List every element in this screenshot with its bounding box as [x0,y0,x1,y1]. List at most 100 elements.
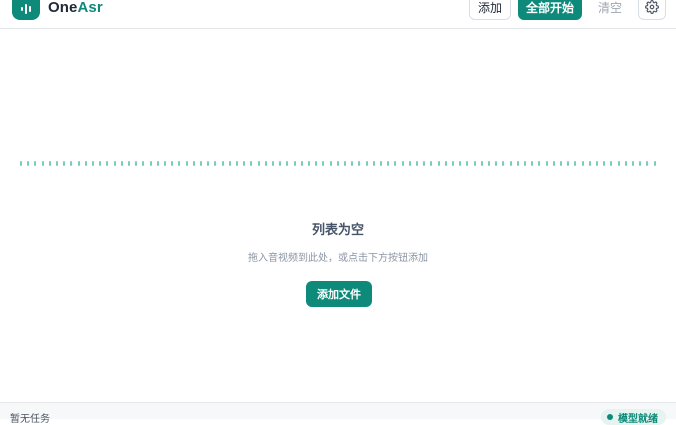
model-status-badge: 模型就绪 [601,409,666,425]
wave-tick [589,161,591,166]
wave-tick [639,161,641,166]
wave-tick [78,161,80,166]
wave-tick [351,161,353,166]
wave-tick [99,161,101,166]
app-title-asr: Asr [77,0,103,16]
empty-state-title: 列表为空 [311,223,364,238]
wave-tick [315,161,317,166]
app-logo [12,0,40,20]
wave-tick [438,161,440,166]
wave-tick [243,161,245,166]
settings-button[interactable] [638,0,666,20]
wave-tick [538,161,540,166]
wave-tick [56,161,58,166]
wave-tick [358,161,360,166]
waveform-dotted-line [0,160,676,168]
wave-tick [322,161,324,166]
start-all-button[interactable]: 全部开始 [518,0,582,20]
wave-tick [294,161,296,166]
wave-tick [603,161,605,166]
add-button[interactable]: 添加 [469,0,511,20]
wave-tick [106,161,108,166]
wave-tick [34,161,36,166]
model-status-text: 模型就绪 [618,413,658,425]
wave-tick [452,161,454,166]
wave-tick [186,161,188,166]
wave-tick [214,161,216,166]
wave-tick [121,161,123,166]
wave-tick [654,161,656,166]
wave-tick [560,161,562,166]
wave-tick [164,161,166,166]
wave-tick [574,161,576,166]
wave-tick [308,161,310,166]
wave-tick [265,161,267,166]
wave-tick [63,161,65,166]
wave-tick [524,161,526,166]
wave-tick [229,161,231,166]
wave-tick [49,161,51,166]
wave-tick [250,161,252,166]
wave-tick [618,161,620,166]
wave-tick [157,161,159,166]
waveform-icon [21,4,31,14]
wave-tick [171,161,173,166]
wave-tick [531,161,533,166]
add-files-button[interactable]: 添加文件 [306,281,372,307]
wave-tick [258,161,260,166]
wave-tick [394,161,396,166]
wave-tick [402,161,404,166]
wave-tick [430,161,432,166]
wave-tick [646,161,648,166]
empty-state-description: 拖入音视频到此处，或点击下方按钮添加 [248,253,428,264]
wave-tick [92,161,94,166]
wave-tick [596,161,598,166]
wave-tick [567,161,569,166]
wave-tick [193,161,195,166]
wave-tick [279,161,281,166]
app-title: OneAsr [48,0,103,16]
wave-tick [423,161,425,166]
wave-tick [495,161,497,166]
wave-tick [445,161,447,166]
wave-tick [42,161,44,166]
file-list-area[interactable]: 列表为空 拖入音视频到此处，或点击下方按钮添加 添加文件 [0,29,676,402]
wave-tick [553,161,555,166]
wave-tick [200,161,202,166]
wave-tick [142,161,144,166]
wave-tick [27,161,29,166]
wave-tick [488,161,490,166]
wave-tick [409,161,411,166]
wave-tick [466,161,468,166]
wave-tick [135,161,137,166]
wave-tick [625,161,627,166]
wave-tick [380,161,382,166]
wave-tick [366,161,368,166]
wave-tick [330,161,332,166]
gear-icon [645,0,659,14]
wave-tick [582,161,584,166]
wave-tick [459,161,461,166]
wave-tick [337,161,339,166]
wave-tick [114,161,116,166]
wave-tick [510,161,512,166]
wave-tick [546,161,548,166]
wave-tick [236,161,238,166]
wave-tick [178,161,180,166]
wave-tick [222,161,224,166]
status-bar: 暂无任务 模型就绪 [0,402,676,425]
wave-tick [481,161,483,166]
wave-tick [286,161,288,166]
wave-tick [150,161,152,166]
status-dot-icon [607,414,613,420]
wave-tick [70,161,72,166]
wave-tick [517,161,519,166]
clear-button[interactable]: 清空 [592,0,628,20]
wave-tick [416,161,418,166]
wave-tick [373,161,375,166]
wave-tick [20,161,22,166]
wave-tick [272,161,274,166]
wave-tick [474,161,476,166]
wave-tick [610,161,612,166]
wave-tick [301,161,303,166]
